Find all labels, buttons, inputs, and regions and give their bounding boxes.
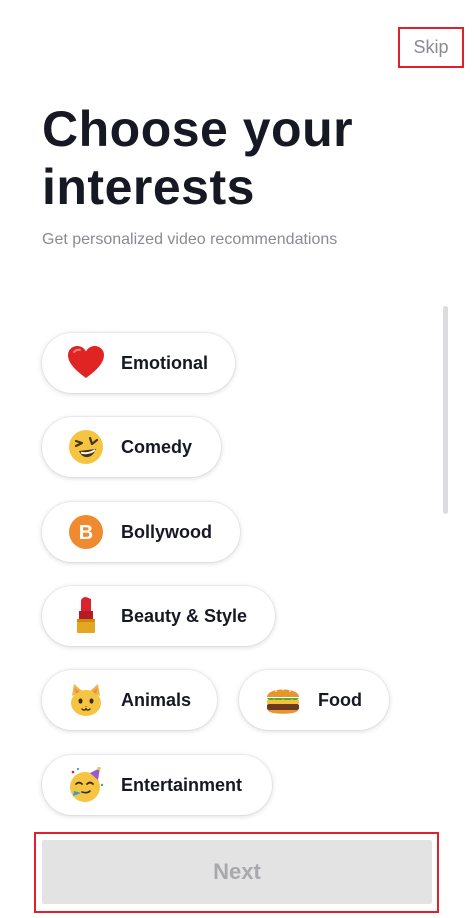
red-heart-icon: [68, 345, 104, 381]
hamburger-icon: [265, 682, 301, 718]
interest-label: Food: [318, 690, 362, 710]
partying-face-icon: [68, 767, 104, 803]
title-line-1: Choose your: [42, 101, 354, 157]
lipstick-icon: [68, 597, 104, 634]
scrollbar[interactable]: [443, 306, 448, 514]
next-button[interactable]: Next: [42, 840, 432, 904]
interest-label: Entertainment: [121, 775, 243, 795]
interest-chip-emotional[interactable]: Emotional: [42, 333, 235, 393]
page-title: Choose your interests: [42, 100, 353, 216]
interest-chip-entertainment[interactable]: Entertainment: [42, 755, 272, 815]
interest-chip-comedy[interactable]: Comedy: [42, 417, 221, 477]
interest-label: Emotional: [121, 353, 209, 373]
interest-chip-animals[interactable]: Animals: [42, 670, 217, 730]
interest-chip-beauty-style[interactable]: Beauty & Style: [42, 586, 275, 646]
title-line-2: interests: [42, 159, 255, 215]
interest-label: Comedy: [121, 437, 193, 457]
interest-label: Beauty & Style: [121, 606, 248, 626]
interest-label: Animals: [121, 690, 192, 710]
cat-face-icon: [68, 682, 104, 718]
skip-button[interactable]: Skip: [398, 27, 464, 68]
laughing-face-icon: [68, 429, 104, 465]
interest-chip-food[interactable]: Food: [239, 670, 389, 730]
svg-text:B: B: [79, 522, 93, 544]
page-subtitle: Get personalized video recommendations: [42, 231, 338, 248]
interest-label: Bollywood: [121, 522, 212, 542]
b-badge-icon: B: [68, 514, 104, 550]
interest-chip-bollywood[interactable]: B Bollywood: [42, 502, 240, 562]
